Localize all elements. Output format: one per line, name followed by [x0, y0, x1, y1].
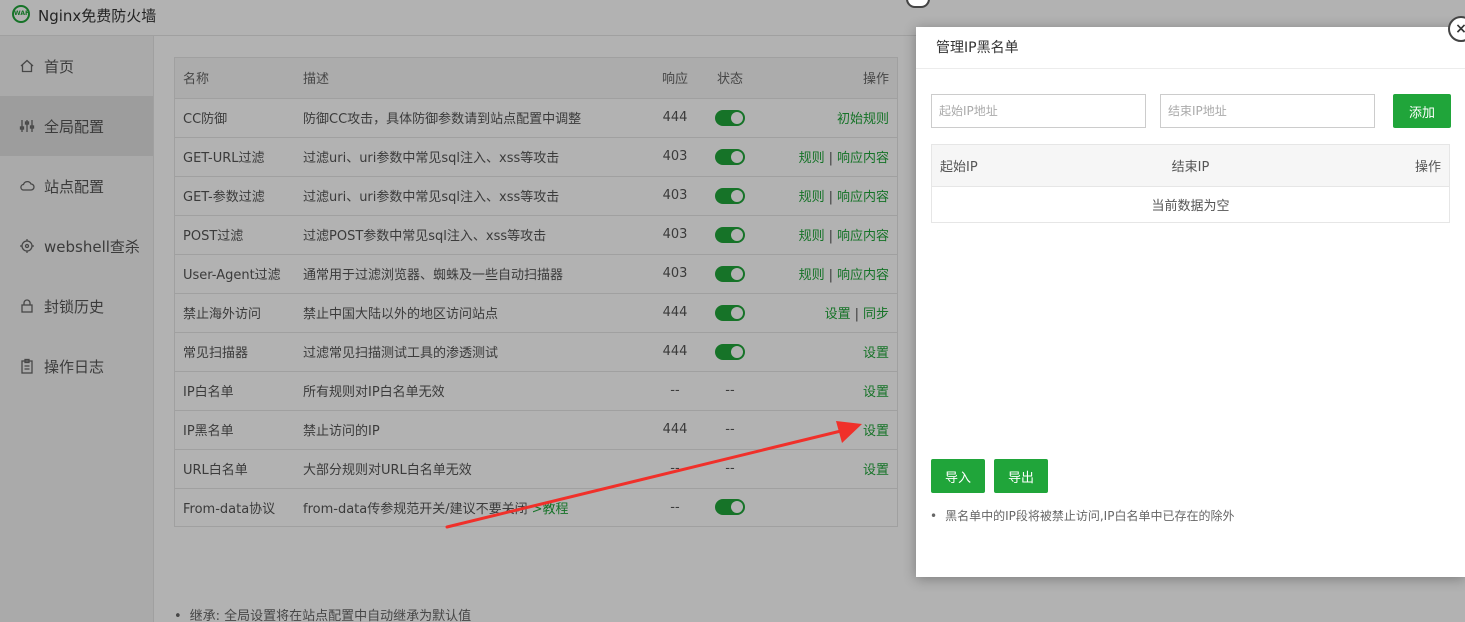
end-ip-input[interactable] — [1160, 94, 1375, 128]
add-button[interactable]: 添加 — [1393, 94, 1451, 128]
import-button[interactable]: 导入 — [931, 459, 985, 493]
ip-blacklist-modal: 管理IP黑名单 × 添加 起始IP 结束IP 操作 当前数据为空 导入 导出 黑… — [916, 16, 1465, 577]
column-header-end-ip: 结束IP — [1104, 144, 1277, 187]
column-header-ops: 操作 — [1276, 144, 1450, 187]
start-ip-input[interactable] — [931, 94, 1146, 128]
modal-title: 管理IP黑名单 — [916, 27, 1465, 69]
empty-row: 当前数据为空 — [932, 187, 1450, 223]
table-header-row: 起始IP 结束IP 操作 — [931, 144, 1450, 187]
ip-blacklist-table: 起始IP 结束IP 操作 当前数据为空 — [931, 144, 1450, 223]
blacklist-tip: 黑名单中的IP段将被禁止访问,IP白名单中已存在的除外 — [930, 507, 1234, 524]
column-header-start-ip: 起始IP — [931, 144, 1105, 187]
export-button[interactable]: 导出 — [994, 459, 1048, 493]
empty-state-text: 当前数据为空 — [1151, 199, 1230, 214]
